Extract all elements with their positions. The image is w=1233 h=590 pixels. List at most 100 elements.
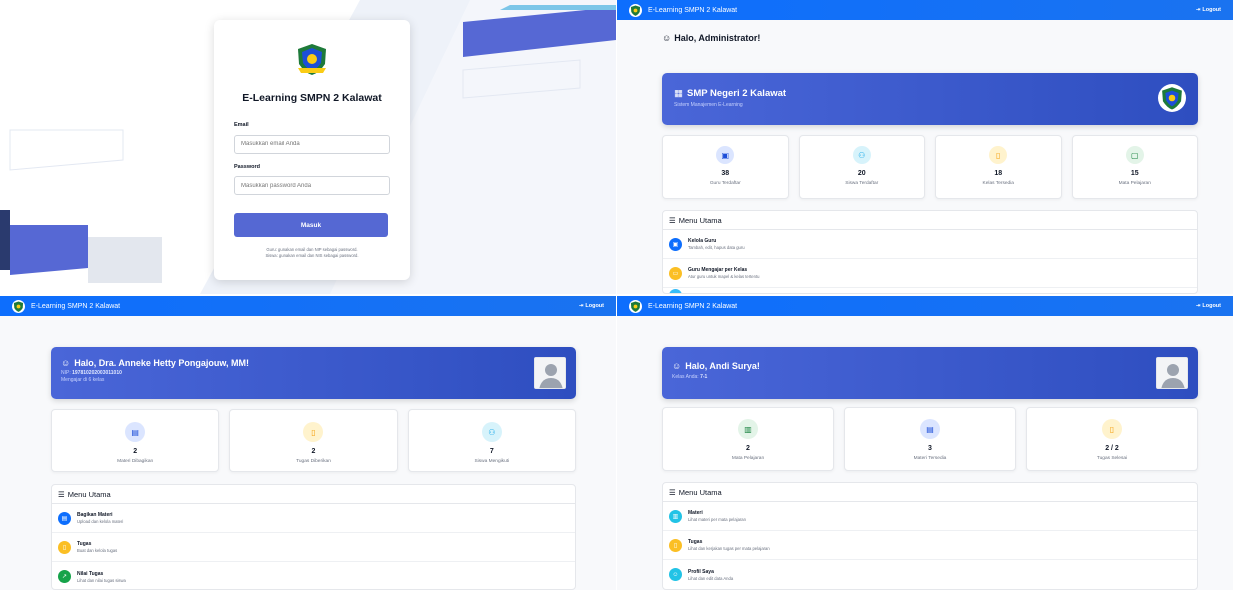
logout-button[interactable]: ⇥ Logout	[1196, 303, 1221, 309]
menu-item-desc: Atur guru untuk mapel & kelas tertentu	[688, 274, 760, 279]
users-icon: ⚇	[852, 146, 871, 164]
menu-item-kelola-guru[interactable]: ▣ Kelola Guru Tambah, edit, hapus data g…	[663, 230, 1197, 259]
stat-card: ⚇ 20 Siswa Terdaftar	[798, 135, 925, 199]
stat-card: ▢ 15 Mata Pelajaran	[1071, 135, 1198, 199]
class-label: Kelas Anda:	[672, 374, 699, 380]
stat-card: ▯ 2 / 2 Tugas Selesai	[1026, 407, 1198, 471]
teacher-icon: ▣	[716, 146, 735, 164]
stat-value: 15	[1130, 170, 1139, 177]
password-input[interactable]	[234, 176, 390, 195]
menu-title: Menu Utama	[678, 216, 722, 225]
stat-value: 18	[994, 170, 1003, 177]
stat-label: Guru Terdaftar	[709, 181, 741, 186]
navbar-brand[interactable]: E-Learning SMPN 2 Kalawat	[648, 7, 737, 14]
navbar-logo[interactable]	[629, 3, 642, 17]
main-menu: ☰ Menu Utama ▤ Bagikan Materi Upload dan…	[51, 484, 576, 590]
student-hero: ☺ Halo, Andi Surya! Kelas Anda: 7-1	[662, 347, 1198, 399]
email-input[interactable]	[234, 134, 390, 154]
stat-card: ▥ 2 Mata Pelajaran	[662, 407, 834, 471]
menu-item-title: Materi	[688, 510, 703, 516]
avatar-silhouette-icon	[535, 358, 565, 388]
stat-value: 7	[489, 448, 494, 455]
main-menu: ☰ Menu Utama ▥ Materi Lihat materi per m…	[662, 482, 1198, 590]
stat-label: Mata Pelajaran	[731, 456, 765, 461]
menu-list-icon: ☰	[669, 488, 676, 497]
stat-label: Kelas Tersedia	[982, 181, 1014, 186]
avatar-silhouette-icon	[1157, 358, 1187, 388]
navbar-logo[interactable]	[12, 299, 25, 313]
teacher-icon: ▣	[669, 237, 682, 251]
hero-subtitle: Sistem Manajemen E-Learning	[674, 102, 743, 108]
menu-list-icon: ☰	[669, 216, 676, 225]
document-icon: ▤	[125, 422, 146, 442]
greeting: ☺ Halo, Administrator!	[662, 33, 760, 43]
login-note-student: Siswa: gunakan email dan NIS sebagai pas…	[265, 253, 359, 258]
menu-item-profil-saya[interactable]: ☺ Profil Saya Lihat dan edit data Anda	[663, 560, 1197, 589]
upload-icon: ▤	[58, 511, 71, 525]
navbar: E-Learning SMPN 2 Kalawat ⇥ Logout	[617, 0, 1233, 20]
stat-value: 2 / 2	[1105, 445, 1119, 452]
logout-button[interactable]: ⇥ Logout	[579, 303, 604, 309]
menu-title: Menu Utama	[67, 490, 111, 499]
menu-title: Menu Utama	[678, 488, 722, 497]
avatar	[534, 357, 566, 389]
stat-card: ⚇ 7 Siswa Mengikuti	[407, 409, 576, 472]
menu-item-title: Bagikan Materi	[77, 512, 113, 518]
stat-value: 2	[133, 448, 138, 455]
menu-item-tugas[interactable]: ▯ Tugas Lihat dan kerjakan tugas per mat…	[663, 531, 1197, 560]
stats-row: ▣ 38 Guru Terdaftar ⚇ 20 Siswa Terdaftar…	[662, 135, 1198, 199]
teacher-hero: ☺ Halo, Dra. Anneke Hetty Pongajouw, MM!…	[51, 347, 576, 399]
email-label: Email	[234, 122, 249, 128]
login-button[interactable]: Masuk	[234, 213, 388, 237]
user-circle-icon: ☺	[672, 361, 682, 371]
menu-item-desc: Lihat materi per mata pelajaran	[688, 517, 746, 522]
building-icon: ▦	[674, 88, 683, 99]
menu-item-desc: Buat dan kelola tugas	[77, 548, 118, 553]
greeting-text: Halo, Administrator!	[674, 33, 761, 43]
stat-value: 2	[311, 448, 316, 455]
hero-greeting: Halo, Dra. Anneke Hetty Pongajouw, MM!	[74, 358, 250, 368]
login-card: E-Learning SMPN 2 Kalawat Email Password…	[214, 20, 410, 280]
menu-item-title: Profil Saya	[688, 568, 714, 575]
stat-card: ▯ 18 Kelas Tersedia	[935, 135, 1062, 199]
stat-label: Materi Dibagikan	[117, 459, 154, 464]
menu-item-tugas[interactable]: ▯ Tugas Buat dan kelola tugas	[52, 533, 575, 562]
menu-item-nilai-tugas[interactable]: ↗ Nilai Tugas Lihat dan nilai tugas sisw…	[52, 562, 575, 589]
chart-icon: ↗	[58, 570, 71, 583]
menu-item-desc: Lihat dan nilai tugas siswa	[77, 577, 126, 583]
admin-dashboard: E-Learning SMPN 2 Kalawat ⇥ Logout ☺ Hal…	[617, 0, 1233, 294]
stats-row: ▤ 2 Materi Dibagikan ▯ 2 Tugas Diberikan…	[51, 409, 576, 472]
student-dashboard: E-Learning SMPN 2 Kalawat ⇥ Logout ☺ Hal…	[617, 296, 1233, 590]
menu-item-desc: Lihat dan kerjakan tugas per mata pelaja…	[688, 546, 770, 551]
navbar-logo[interactable]	[629, 299, 642, 313]
stat-label: Tugas Diberikan	[296, 459, 331, 464]
menu-next-icon	[669, 289, 682, 293]
menu-item-materi[interactable]: ▥ Materi Lihat materi per mata pelajaran	[663, 502, 1197, 531]
menu-item-title: Guru Mengajar per Kelas	[688, 267, 748, 273]
chalkboard-icon: ▭	[669, 266, 682, 280]
book-open-icon: ▥	[669, 509, 682, 523]
menu-item-desc: Upload dan kelola materi	[77, 519, 124, 524]
hero-title: SMP Negeri 2 Kalawat	[686, 88, 787, 99]
clipboard-icon: ▯	[669, 538, 682, 552]
navbar-brand[interactable]: E-Learning SMPN 2 Kalawat	[31, 303, 120, 310]
stat-card: ▤ 2 Materi Dibagikan	[51, 409, 220, 472]
menu-item-desc: Lihat dan edit data Anda	[688, 575, 734, 581]
logout-button[interactable]: ⇥ Logout	[1196, 7, 1221, 13]
user-circle-icon: ☺	[662, 33, 672, 43]
stat-value: 38	[721, 170, 730, 177]
menu-item-bagikan-materi[interactable]: ▤ Bagikan Materi Upload dan kelola mater…	[52, 504, 575, 533]
logout-label: Logout	[585, 303, 604, 309]
clipboard-check-icon: ▯	[1102, 419, 1122, 439]
password-label: Password	[234, 163, 260, 170]
book-icon: ▢	[1125, 146, 1144, 164]
users-icon: ⚇	[481, 422, 502, 442]
stat-label: Siswa Mengikuti	[474, 459, 510, 464]
school-logo	[1158, 84, 1186, 112]
stat-label: Mata Pelajaran	[1118, 181, 1151, 186]
navbar-brand[interactable]: E-Learning SMPN 2 Kalawat	[648, 303, 737, 310]
menu-item-guru-mengajar[interactable]: ▭ Guru Mengajar per Kelas Atur guru untu…	[663, 259, 1197, 288]
hero-greeting: Halo, Andi Surya!	[685, 361, 760, 371]
nip-value: 197810202003011010	[72, 370, 122, 376]
stat-label: Siswa Terdaftar	[845, 181, 879, 186]
